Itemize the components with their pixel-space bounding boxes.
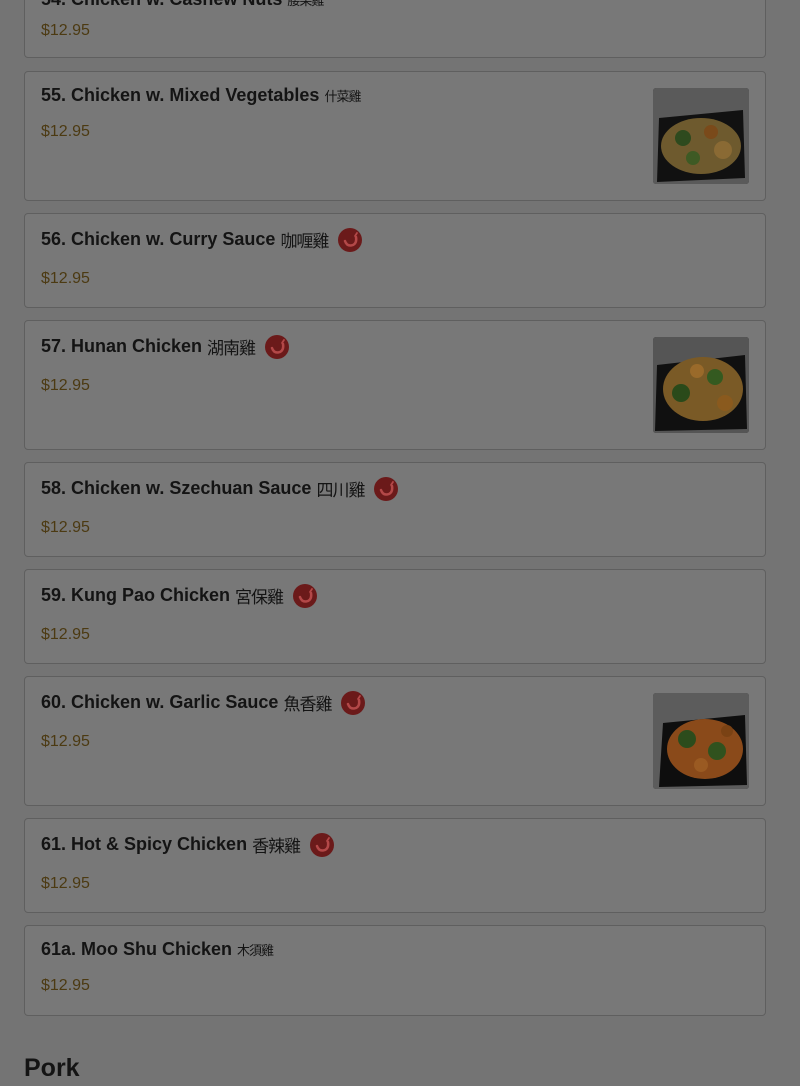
menu-item[interactable]: 56. Chicken w. Curry Sauce 咖喱雞 $12.95 xyxy=(24,213,766,308)
item-name: 60. Chicken w. Garlic Sauce 魚香雞 xyxy=(41,690,366,715)
item-chinese-name: 咖喱雞 xyxy=(280,232,329,252)
item-chinese-name: 什菜雞 xyxy=(324,90,361,105)
item-photo[interactable] xyxy=(653,693,749,789)
spicy-pepper-icon xyxy=(341,690,366,715)
item-name: 54. Chicken w. Cashew Nuts腰果雞 xyxy=(41,0,324,10)
item-photo[interactable] xyxy=(653,88,749,184)
section-heading: Pork xyxy=(24,1054,80,1082)
spicy-pepper-icon xyxy=(310,832,335,857)
item-price: $12.95 xyxy=(41,977,90,994)
menu-item[interactable]: 61a. Moo Shu Chicken 木須雞 $12.95 xyxy=(24,925,766,1016)
item-price: $12.95 xyxy=(41,270,90,287)
spicy-pepper-icon xyxy=(374,476,399,501)
item-photo[interactable] xyxy=(653,337,749,433)
menu-item[interactable]: 61. Hot & Spicy Chicken 香辣雞 $12.95 xyxy=(24,818,766,913)
item-price: $12.95 xyxy=(41,123,90,140)
menu-item[interactable]: 57. Hunan Chicken 湖南雞 $12.95 xyxy=(24,320,766,450)
item-chinese-name: 四川雞 xyxy=(316,481,365,501)
menu-item[interactable]: 54. Chicken w. Cashew Nuts腰果雞 $12.95 xyxy=(24,0,766,58)
item-chinese-name: 魚香雞 xyxy=(283,695,332,715)
spicy-pepper-icon xyxy=(265,334,290,359)
item-price: $12.95 xyxy=(41,875,90,892)
item-name: 58. Chicken w. Szechuan Sauce 四川雞 xyxy=(41,476,399,501)
spicy-pepper-icon xyxy=(338,227,363,252)
item-chinese-name: 木須雞 xyxy=(237,944,274,959)
item-price: $12.95 xyxy=(41,377,90,394)
item-name: 59. Kung Pao Chicken 宮保雞 xyxy=(41,583,318,608)
item-price: $12.95 xyxy=(41,519,90,536)
item-name: 56. Chicken w. Curry Sauce 咖喱雞 xyxy=(41,227,363,252)
item-price: $12.95 xyxy=(41,733,90,750)
spicy-pepper-icon xyxy=(293,583,318,608)
item-chinese-name: 宮保雞 xyxy=(235,588,284,608)
menu-item[interactable]: 55. Chicken w. Mixed Vegetables 什菜雞 $12.9… xyxy=(24,71,766,201)
menu-item[interactable]: 58. Chicken w. Szechuan Sauce 四川雞 $12.95 xyxy=(24,462,766,557)
menu-item[interactable]: 60. Chicken w. Garlic Sauce 魚香雞 $12.95 xyxy=(24,676,766,806)
item-name: 55. Chicken w. Mixed Vegetables 什菜雞 xyxy=(41,85,361,105)
item-price: $12.95 xyxy=(41,626,90,643)
item-chinese-name: 香辣雞 xyxy=(252,837,301,857)
item-chinese-name: 腰果雞 xyxy=(287,0,324,9)
item-name: 61. Hot & Spicy Chicken 香辣雞 xyxy=(41,832,335,857)
item-name: 57. Hunan Chicken 湖南雞 xyxy=(41,334,290,359)
menu-item[interactable]: 59. Kung Pao Chicken 宮保雞 $12.95 xyxy=(24,569,766,664)
item-price: $12.95 xyxy=(41,22,90,39)
item-chinese-name: 湖南雞 xyxy=(207,339,256,359)
item-name: 61a. Moo Shu Chicken 木須雞 xyxy=(41,939,274,959)
